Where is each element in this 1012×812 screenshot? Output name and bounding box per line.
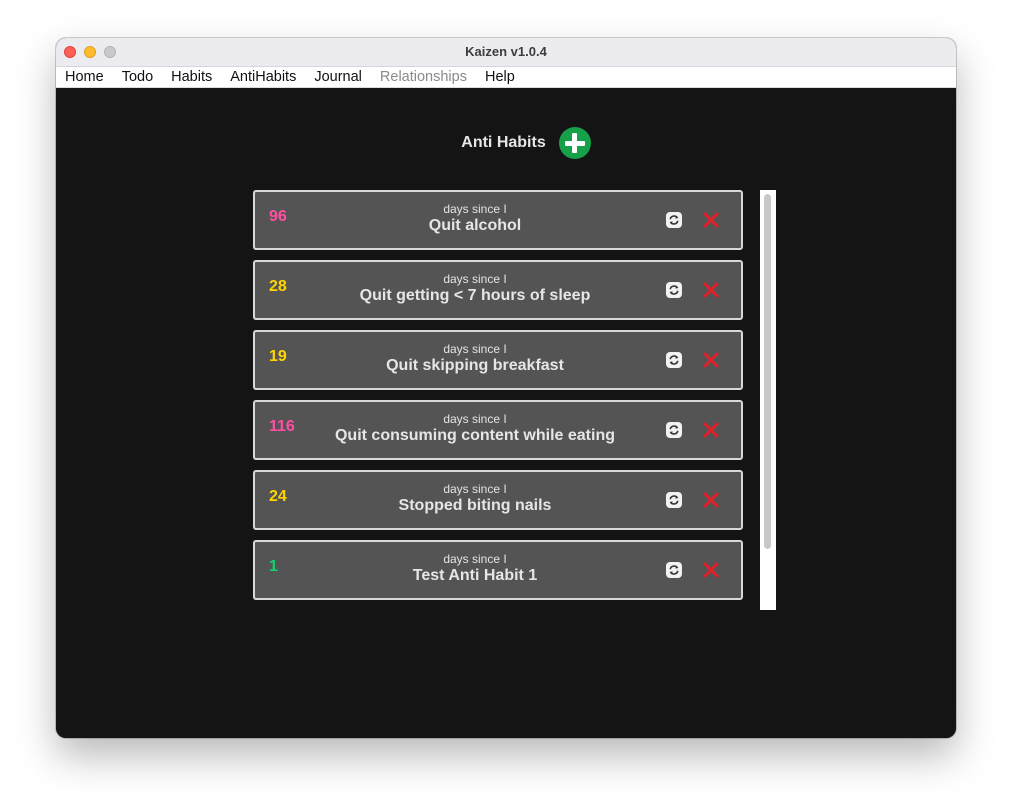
menu-relationships: Relationships <box>379 69 467 85</box>
delete-x-icon <box>703 352 719 368</box>
days-since-caption: days since I <box>443 342 507 356</box>
days-count: 24 <box>269 488 287 505</box>
reset-icon <box>669 215 679 225</box>
days-count: 116 <box>269 418 295 435</box>
anti-habit-list: 96 days since I Quit alcohol 28 days sin… <box>253 190 743 610</box>
habit-text: days since I Quit alcohol <box>315 202 635 236</box>
days-since-caption: days since I <box>443 552 507 566</box>
habit-name: Test Anti Habit 1 <box>412 567 538 584</box>
menu-antihabits[interactable]: AntiHabits <box>230 69 296 85</box>
habit-text: days since I Quit getting < 7 hours of s… <box>315 272 635 306</box>
days-since-caption: days since I <box>443 482 507 496</box>
list-scrollbar[interactable] <box>760 190 776 610</box>
days-since-caption: days since I <box>443 272 507 286</box>
delete-button[interactable] <box>702 421 720 439</box>
title-bar: Kaizen v1.0.4 <box>56 38 956 67</box>
habit-text: days since I Quit skipping breakfast <box>315 342 635 376</box>
menu-journal[interactable]: Journal <box>314 69 362 85</box>
delete-x-icon <box>703 492 719 508</box>
days-since-caption: days since I <box>443 412 507 426</box>
delete-button[interactable] <box>702 351 720 369</box>
days-count: 96 <box>269 208 287 225</box>
habit-name: Stopped biting nails <box>398 497 552 514</box>
habit-name: Quit skipping breakfast <box>386 357 564 374</box>
reset-icon <box>669 565 679 575</box>
anti-habit-card: 116 days since I Quit consuming content … <box>253 400 743 460</box>
reset-icon <box>669 425 679 435</box>
menu-bar: Home Todo Habits AntiHabits Journal Rela… <box>56 67 956 88</box>
anti-habit-card: 19 days since I Quit skipping breakfast <box>253 330 743 390</box>
days-count: 19 <box>269 348 287 365</box>
days-count: 28 <box>269 278 287 295</box>
page-header: Anti Habits <box>56 126 956 160</box>
reset-icon <box>669 495 679 505</box>
anti-habit-card: 28 days since I Quit getting < 7 hours o… <box>253 260 743 320</box>
delete-x-icon <box>703 422 719 438</box>
menu-todo[interactable]: Todo <box>122 69 153 85</box>
reset-button[interactable] <box>666 352 682 368</box>
reset-button[interactable] <box>666 212 682 228</box>
page-title: Anti Habits <box>461 134 546 151</box>
delete-x-icon <box>703 212 719 228</box>
window-title: Kaizen v1.0.4 <box>465 44 547 59</box>
habit-text: days since I Quit consuming content whil… <box>315 412 635 446</box>
reset-icon <box>669 355 679 365</box>
habit-text: days since I Stopped biting nails <box>315 482 635 516</box>
days-count: 1 <box>269 558 278 575</box>
habit-name: Quit alcohol <box>428 217 522 234</box>
delete-button[interactable] <box>702 491 720 509</box>
days-since-caption: days since I <box>443 202 507 216</box>
delete-button[interactable] <box>702 561 720 579</box>
delete-button[interactable] <box>702 281 720 299</box>
scrollbar-thumb[interactable] <box>764 194 771 549</box>
habit-name: Quit getting < 7 hours of sleep <box>359 287 591 304</box>
menu-habits[interactable]: Habits <box>171 69 212 85</box>
anti-habit-card: 1 days since I Test Anti Habit 1 <box>253 540 743 600</box>
habit-text: days since I Test Anti Habit 1 <box>315 552 635 586</box>
reset-button[interactable] <box>666 422 682 438</box>
menu-home[interactable]: Home <box>65 69 104 85</box>
reset-button[interactable] <box>666 282 682 298</box>
reset-button[interactable] <box>666 492 682 508</box>
anti-habit-card: 96 days since I Quit alcohol <box>253 190 743 250</box>
menu-help[interactable]: Help <box>485 69 515 85</box>
reset-button[interactable] <box>666 562 682 578</box>
anti-habit-card: 24 days since I Stopped biting nails <box>253 470 743 530</box>
delete-x-icon <box>703 282 719 298</box>
habit-name: Quit consuming content while eating <box>334 427 615 444</box>
add-anti-habit-button[interactable] <box>558 127 591 159</box>
delete-button[interactable] <box>702 211 720 229</box>
delete-x-icon <box>703 562 719 578</box>
reset-icon <box>669 285 679 295</box>
app-window: Kaizen v1.0.4 Home Todo Habits AntiHabit… <box>56 38 956 738</box>
